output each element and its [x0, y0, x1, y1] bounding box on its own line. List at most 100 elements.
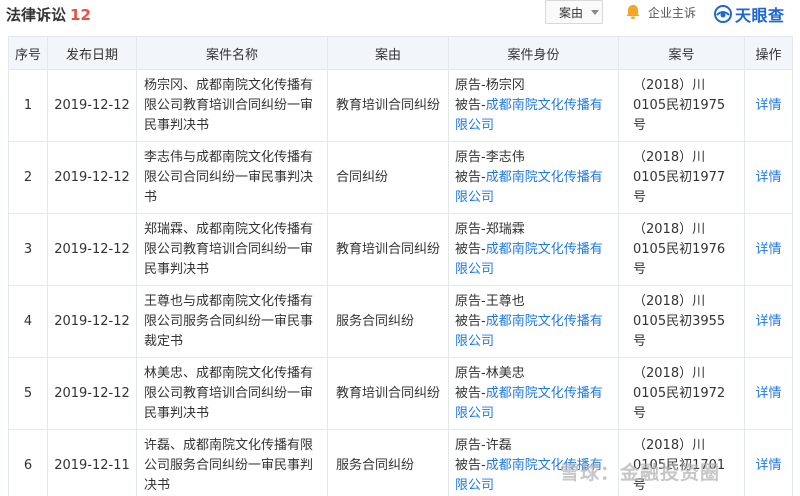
defendant-prefix: 被告-	[455, 385, 486, 401]
section-title: 法律诉讼 12	[6, 4, 91, 25]
plaintiff-prefix: 原告-	[455, 293, 486, 309]
cell-case-number: （2018）川0105民初1975号	[618, 69, 745, 142]
plaintiff-name: 杨宗冈	[485, 77, 525, 93]
cell-action: 详情	[744, 357, 793, 430]
plaintiff-prefix: 原告-	[455, 221, 486, 237]
cause-filter-label: 案由	[559, 5, 584, 20]
cell-cause: 教育培训合同纠纷	[327, 357, 449, 430]
cell-action: 详情	[744, 69, 793, 142]
cause-filter-dropdown[interactable]: 案由	[545, 0, 603, 24]
brand-name: 天眼查	[735, 6, 785, 25]
defendant-prefix: 被告-	[455, 169, 486, 185]
column-header-action: 操作	[744, 36, 793, 70]
cell-case-name: 李志伟与成都南院文化传播有限公司合同纠纷一审民事判决书	[136, 141, 328, 214]
cell-action: 详情	[744, 429, 793, 496]
cell-case-number: （2018）川0105民初1976号	[618, 213, 745, 286]
detail-link[interactable]: 详情	[755, 170, 781, 185]
column-header-case-name: 案件名称	[136, 36, 328, 70]
cell-action: 详情	[744, 141, 793, 214]
defendant-line: 被告-成都南院文化传播有限公司	[455, 384, 612, 424]
brand-eye-icon	[714, 5, 732, 23]
column-header-cause: 案由	[327, 36, 449, 70]
section-header: 法律诉讼 12 案由 企业主诉 天眼查	[0, 0, 800, 34]
defendant-line: 被告-成都南院文化传播有限公司	[455, 240, 612, 280]
cell-party-role: 原告-李志伟 被告-成都南院文化传播有限公司	[448, 141, 619, 214]
plaintiff-name: 王尊也	[485, 293, 525, 309]
cell-action: 详情	[744, 213, 793, 286]
table-row: 6 2019-12-11 许磊、成都南院文化传播有限公司服务合同纠纷一审民事判决书服…	[8, 429, 793, 496]
cell-case-number: （2018）川0105民初3955号	[618, 285, 745, 358]
cell-date: 2019-12-12	[47, 213, 137, 286]
cell-date: 2019-12-11	[47, 429, 137, 496]
cell-party-role: 原告-林美忠 被告-成都南院文化传播有限公司	[448, 357, 619, 430]
table-header-row: 序号 发布日期 案件名称 案由 案件身份 案号 操作	[8, 36, 793, 70]
cell-cause: 服务合同纠纷	[327, 429, 449, 496]
cell-date: 2019-12-12	[47, 141, 137, 214]
plaintiff-prefix: 原告-	[455, 149, 486, 165]
cell-index: 5	[8, 357, 48, 430]
plaintiff-line: 原告-林美忠	[455, 364, 612, 384]
cell-cause: 服务合同纠纷	[327, 285, 449, 358]
cell-cause: 教育培训合同纠纷	[327, 213, 449, 286]
plaintiff-prefix: 原告-	[455, 437, 486, 453]
defendant-line: 被告-成都南院文化传播有限公司	[455, 312, 612, 352]
plaintiff-line: 原告-杨宗冈	[455, 76, 612, 96]
plaintiff-name: 许磊	[485, 437, 512, 453]
defendant-line: 被告-成都南院文化传播有限公司	[455, 96, 612, 136]
column-header-case-number: 案号	[618, 36, 745, 70]
table-row: 3 2019-12-12 郑瑞霖、成都南院文化传播有限公司教育培训合同纠纷一审民事判…	[8, 213, 793, 286]
plaintiff-prefix: 原告-	[455, 77, 486, 93]
chevron-down-icon	[591, 9, 600, 15]
cell-case-name: 郑瑞霖、成都南院文化传播有限公司教育培训合同纠纷一审民事判决书	[136, 213, 328, 286]
column-header-index: 序号	[8, 36, 48, 70]
cell-cause: 合同纠纷	[327, 141, 449, 214]
plaintiff-line: 原告-许磊	[455, 436, 612, 456]
plaintiff-name: 郑瑞霖	[485, 221, 525, 237]
owner-claim-link[interactable]: 企业主诉	[624, 3, 696, 21]
plaintiff-line: 原告-郑瑞霖	[455, 220, 612, 240]
column-header-date: 发布日期	[47, 36, 137, 70]
defendant-line: 被告-成都南院文化传播有限公司	[455, 168, 612, 208]
detail-link[interactable]: 详情	[755, 314, 781, 329]
cell-date: 2019-12-12	[47, 69, 137, 142]
detail-link[interactable]: 详情	[755, 386, 781, 401]
defendant-line: 被告-成都南院文化传播有限公司	[455, 456, 612, 496]
cell-party-role: 原告-许磊 被告-成都南院文化传播有限公司	[448, 429, 619, 496]
table-row: 1 2019-12-12 杨宗冈、成都南院文化传播有限公司教育培训合同纠纷一审民事判…	[8, 69, 793, 142]
lawsuit-table: 序号 发布日期 案件名称 案由 案件身份 案号 操作 1 2019-12-12 杨宗…	[8, 36, 793, 496]
cell-date: 2019-12-12	[47, 357, 137, 430]
cell-case-number: （2018）川0105民初1701号	[618, 429, 745, 496]
cell-index: 6	[8, 429, 48, 496]
section-title-text: 法律诉讼	[6, 6, 67, 24]
cell-cause: 教育培训合同纠纷	[327, 69, 449, 142]
cell-index: 1	[8, 69, 48, 142]
owner-claim-label: 企业主诉	[648, 5, 697, 20]
defendant-prefix: 被告-	[455, 97, 486, 113]
detail-link[interactable]: 详情	[755, 242, 781, 257]
defendant-prefix: 被告-	[455, 313, 486, 329]
cell-case-name: 许磊、成都南院文化传播有限公司服务合同纠纷一审民事判决书	[136, 429, 328, 496]
table-row: 4 2019-12-12 王尊也与成都南院文化传播有限公司服务合同纠纷一审民事裁定书…	[8, 285, 793, 358]
table-row: 2 2019-12-12 李志伟与成都南院文化传播有限公司合同纠纷一审民事判决书 合同…	[8, 141, 793, 214]
table-row: 5 2019-12-12 林美忠、成都南院文化传播有限公司教育培训合同纠纷一审民事判…	[8, 357, 793, 430]
cell-case-name: 杨宗冈、成都南院文化传播有限公司教育培训合同纠纷一审民事判决书	[136, 69, 328, 142]
detail-link[interactable]: 详情	[755, 98, 781, 113]
plaintiff-name: 林美忠	[485, 365, 525, 381]
plaintiff-name: 李志伟	[485, 149, 525, 165]
column-header-party-role: 案件身份	[448, 36, 619, 70]
defendant-prefix: 被告-	[455, 457, 486, 473]
detail-link[interactable]: 详情	[755, 458, 781, 473]
cell-party-role: 原告-郑瑞霖 被告-成都南院文化传播有限公司	[448, 213, 619, 286]
case-count-badge: 12	[70, 6, 91, 24]
cell-case-name: 王尊也与成都南院文化传播有限公司服务合同纠纷一审民事裁定书	[136, 285, 328, 358]
bell-icon	[626, 5, 640, 19]
cell-index: 2	[8, 141, 48, 214]
cell-action: 详情	[744, 285, 793, 358]
cell-case-name: 林美忠、成都南院文化传播有限公司教育培训合同纠纷一审民事判决书	[136, 357, 328, 430]
cell-party-role: 原告-王尊也被告-成都南院文化传播有限公司	[448, 285, 619, 358]
cell-case-number: （2018）川0105民初1977号	[618, 141, 745, 214]
cell-index: 4	[8, 285, 48, 358]
plaintiff-line: 原告-李志伟	[455, 148, 612, 168]
cell-index: 3	[8, 213, 48, 286]
cell-case-number: （2018）川0105民初1972号	[618, 357, 745, 430]
